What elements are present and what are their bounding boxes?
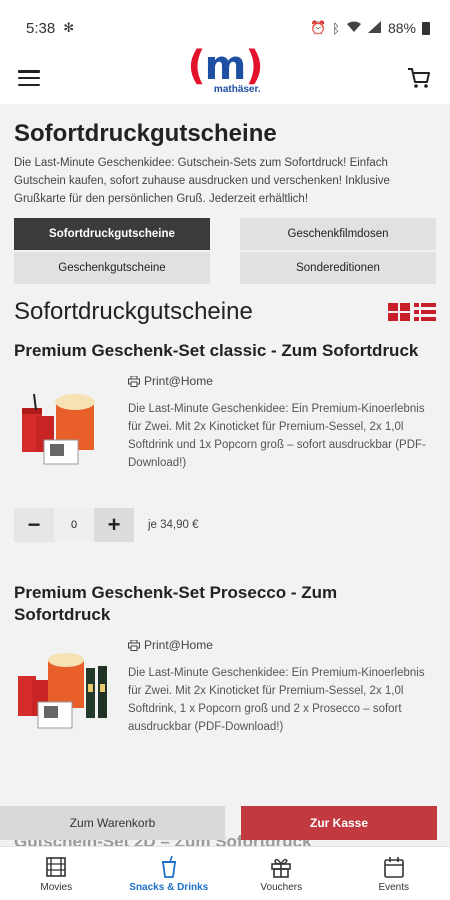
product-description: Die Last-Minute Geschenkidee: Ein Premiu…: [128, 667, 425, 733]
page-intro: Die Last-Minute Geschenkidee: Gutschein-…: [14, 157, 390, 205]
wifi-icon: [346, 21, 362, 36]
print-home-label: Print@Home: [144, 638, 213, 652]
signal-icon: [367, 20, 382, 36]
tab-geschenkfilmdosen[interactable]: Geschenkfilmdosen: [240, 218, 436, 250]
logo-mark: (m): [187, 43, 263, 89]
main-content: Sofortdruckgutscheine Die Last-Minute Ge…: [0, 120, 450, 738]
bluetooth-icon: ᛒ: [332, 20, 340, 36]
nav-label: Movies: [40, 881, 73, 893]
bottom-navigation: Movies Snacks & Drinks Vouchers Events: [0, 846, 450, 900]
view-toggles: [388, 303, 436, 321]
cart-button[interactable]: Zum Warenkorb: [0, 806, 225, 840]
print-home-tag: Print@Home: [128, 374, 436, 388]
product-description: Die Last-Minute Geschenkidee: Ein Premiu…: [128, 403, 426, 469]
menu-icon[interactable]: [18, 70, 40, 86]
page-title: Sofortdruckgutscheine: [14, 120, 277, 147]
product-image[interactable]: [14, 374, 124, 474]
printer-icon: [128, 639, 140, 651]
gift-icon: [271, 858, 292, 878]
app-header: (m) mathäser.: [0, 44, 450, 104]
status-time: 5:38: [26, 19, 56, 37]
grid-view-icon[interactable]: [388, 303, 410, 321]
section-header: Sofortdruckgutscheine: [14, 298, 436, 326]
nav-snacks-drinks[interactable]: Snacks & Drinks: [113, 847, 226, 900]
product-price: je 34,90 €: [148, 519, 199, 531]
printer-icon: [128, 375, 140, 387]
calendar-icon: [383, 856, 404, 878]
quantity-row: − 0 + je 34,90 €: [14, 508, 436, 542]
cup-icon: [161, 855, 176, 878]
checkout-button[interactable]: Zur Kasse: [241, 806, 437, 840]
fan-icon: ✻: [63, 20, 75, 35]
alarm-icon: ⏰: [309, 20, 327, 35]
tab-sondereditionen[interactable]: Sondereditionen: [240, 252, 436, 284]
print-home-tag: Print@Home: [128, 638, 436, 652]
quantity-value[interactable]: 0: [54, 508, 94, 542]
tab-geschenkgutscheine[interactable]: Geschenkgutscheine: [14, 252, 210, 284]
film-icon: [46, 856, 67, 877]
section-title: Sofortdruckgutscheine: [14, 298, 253, 325]
nav-label: Vouchers: [260, 881, 303, 893]
battery-percent: 88%: [387, 20, 416, 36]
nav-events[interactable]: Events: [338, 847, 450, 900]
increment-button[interactable]: +: [94, 508, 134, 542]
nav-movies[interactable]: Movies: [0, 847, 113, 900]
category-tabs: Sofortdruckgutscheine Geschenkgutscheine…: [14, 218, 436, 284]
product-title[interactable]: Premium Geschenk-Set Prosecco - Zum Sofo…: [14, 582, 436, 626]
product-card: Premium Geschenk-Set Prosecco - Zum Sofo…: [14, 582, 436, 738]
battery-icon: [422, 21, 430, 35]
checkout-bar: Gutschein-Set 2D – Zum Sofortdruck Zum W…: [0, 800, 450, 851]
cart-icon[interactable]: [406, 65, 432, 91]
quantity-stepper: − 0 +: [14, 508, 134, 542]
print-home-label: Print@Home: [144, 374, 213, 388]
list-view-icon[interactable]: [414, 303, 436, 321]
nav-label: Events: [378, 881, 410, 893]
product-image[interactable]: [14, 638, 124, 738]
product-title[interactable]: Premium Geschenk-Set classic - Zum Sofor…: [14, 340, 436, 362]
tab-sofortdruckgutscheine[interactable]: Sofortdruckgutscheine: [14, 218, 210, 250]
product-card: Premium Geschenk-Set classic - Zum Sofor…: [14, 340, 436, 542]
nav-vouchers[interactable]: Vouchers: [225, 847, 338, 900]
nav-label: Snacks & Drinks: [129, 881, 209, 893]
decrement-button[interactable]: −: [14, 508, 54, 542]
logo[interactable]: (m) mathäser.: [187, 43, 263, 95]
